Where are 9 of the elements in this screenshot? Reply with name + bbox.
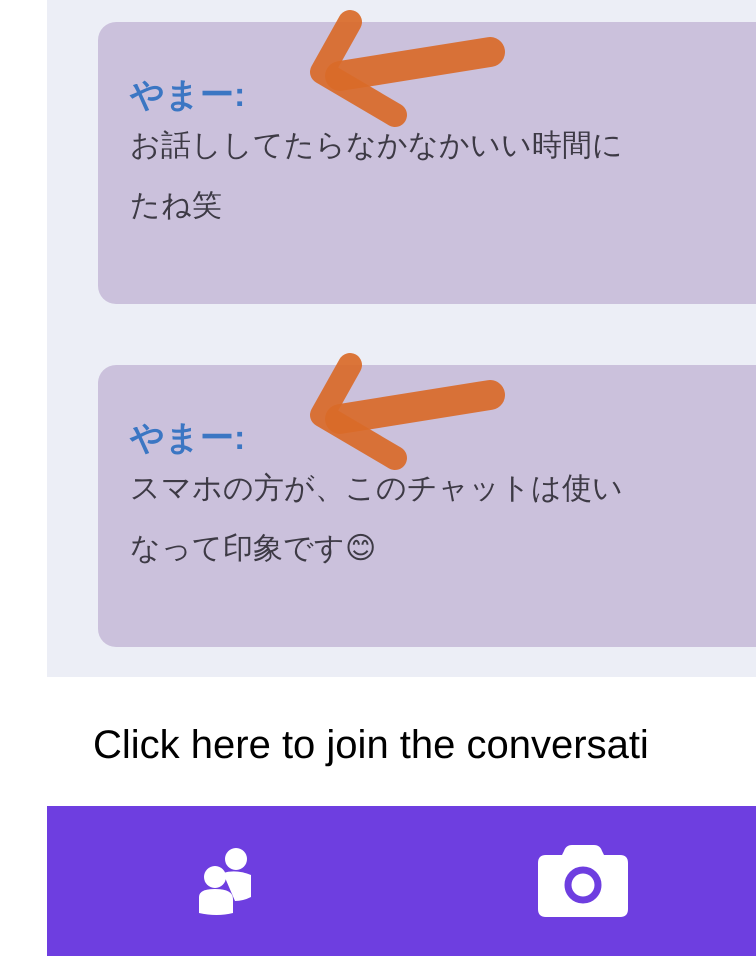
message-text: スマホの方が、このチャットは使い: [130, 471, 624, 507]
author-name: やまー:: [130, 75, 246, 116]
join-link[interactable]: Click here to join the conversati: [93, 677, 756, 806]
camera-icon: [538, 845, 628, 917]
people-icon: [197, 847, 253, 915]
message-text: たね笑: [130, 188, 223, 224]
message-text: なって印象です😊: [130, 531, 378, 567]
message-text: お話ししてたらなかなかいい時間に: [130, 128, 624, 164]
author-name: やまー:: [130, 418, 246, 459]
